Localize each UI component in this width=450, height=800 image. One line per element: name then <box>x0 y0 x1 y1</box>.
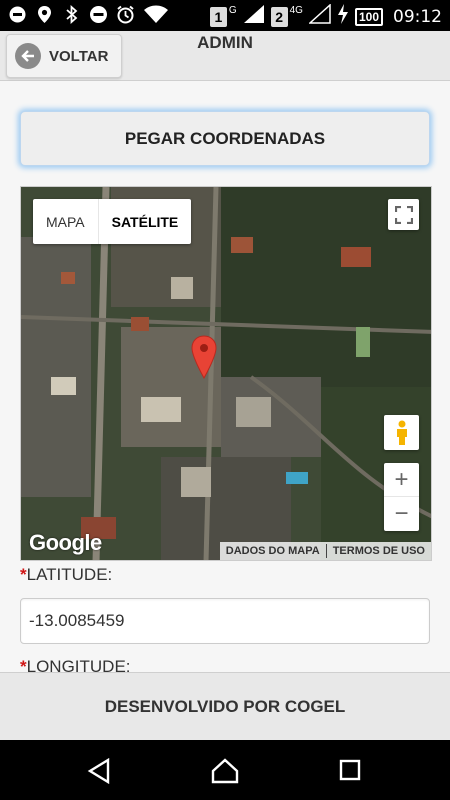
wifi-icon <box>143 5 169 24</box>
terms-of-use-link[interactable]: TERMOS DE USO <box>327 545 431 557</box>
latitude-input[interactable] <box>20 598 430 644</box>
map-attribution: DADOS DO MAPA TERMOS DE USO <box>219 542 431 560</box>
location-marker-icon[interactable] <box>191 335 217 384</box>
required-asterisk: * <box>20 565 27 584</box>
system-indicators: 1 G 2 4G 100 09:12 <box>209 3 442 29</box>
recents-nav-button[interactable] <box>338 758 364 784</box>
app-header: VOLTAR ADMIN <box>0 31 450 81</box>
main-content: PEGAR COORDENADAS MAPA SATÉLITE + − Goog… <box>0 81 450 676</box>
signal-icon <box>308 3 331 29</box>
fullscreen-button[interactable] <box>388 199 419 230</box>
charging-icon <box>337 4 349 29</box>
zoom-out-button[interactable]: − <box>384 497 419 531</box>
square-recents-icon <box>339 759 361 781</box>
back-nav-button[interactable] <box>86 757 112 785</box>
home-icon <box>211 758 239 784</box>
notification-icons <box>8 4 169 25</box>
do-not-disturb-icon <box>89 5 108 24</box>
footer-credit: DESENVOLVIDO POR COGEL <box>0 672 450 740</box>
clock: 09:12 <box>393 6 442 27</box>
get-coordinates-button[interactable]: PEGAR COORDENADAS <box>20 111 430 166</box>
map-type-map-button[interactable]: MAPA <box>33 199 98 244</box>
map-view[interactable]: MAPA SATÉLITE + − Google DADOS DO MAPA T… <box>20 186 432 561</box>
location-icon <box>35 5 54 24</box>
status-bar: 1 G 2 4G 100 09:12 <box>0 0 450 31</box>
alarm-icon <box>116 5 135 24</box>
sim1-network: G <box>228 5 237 16</box>
zoom-in-button[interactable]: + <box>384 463 419 497</box>
home-nav-button[interactable] <box>211 758 239 784</box>
map-type-control: MAPA SATÉLITE <box>33 199 192 244</box>
google-logo: Google <box>29 530 102 555</box>
latitude-label: LATITUDE: <box>26 565 113 584</box>
sim2-badge: 2 <box>270 6 288 27</box>
link-icon <box>8 5 27 24</box>
zoom-control: + − <box>384 463 419 531</box>
signal-icon <box>243 4 265 29</box>
latitude-label-row: *LATITUDE: <box>20 565 112 585</box>
fullscreen-icon <box>394 205 413 224</box>
bluetooth-icon <box>62 4 81 25</box>
street-view-pegman-button[interactable] <box>384 415 419 450</box>
battery-level: 100 <box>354 7 383 26</box>
sim1-badge: 1 <box>209 6 227 27</box>
triangle-back-icon <box>87 757 110 785</box>
sim2-network: 4G <box>289 5 303 16</box>
page-title: ADMIN <box>197 33 253 52</box>
pegman-icon <box>396 420 407 445</box>
map-data-link[interactable]: DADOS DO MAPA <box>220 545 326 557</box>
map-type-satellite-button[interactable]: SATÉLITE <box>97 199 192 244</box>
navigation-bar <box>0 740 450 800</box>
